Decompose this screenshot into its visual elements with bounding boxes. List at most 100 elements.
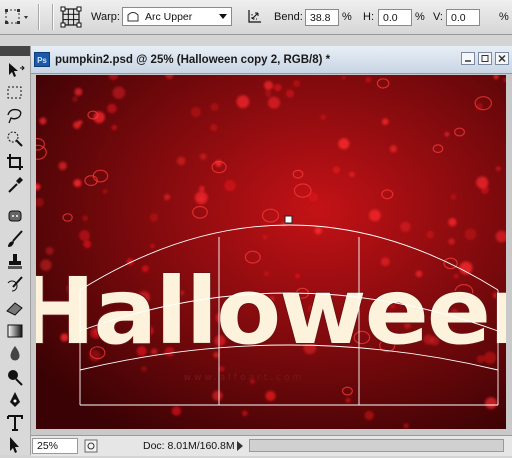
bend-label: Bend:	[274, 11, 303, 23]
bokeh-dot	[265, 390, 276, 401]
status-menu-arrow-icon[interactable]	[237, 441, 243, 451]
horizontal-scrollbar[interactable]	[249, 439, 504, 452]
bend-input[interactable]: 38.8	[305, 9, 339, 26]
bokeh-dot	[141, 366, 147, 372]
v-label: V:	[433, 11, 443, 23]
bokeh-dot	[39, 117, 47, 125]
bokeh-dot	[341, 75, 346, 80]
status-options-icon[interactable]	[84, 439, 98, 453]
maximize-button[interactable]	[478, 52, 492, 65]
bokeh-dot	[210, 124, 218, 132]
blur-tool-icon[interactable]	[4, 344, 26, 364]
bokeh-dot	[450, 193, 457, 200]
ps-badge-icon: Ps	[34, 52, 50, 67]
bokeh-dot	[332, 166, 340, 174]
bokeh-dot	[93, 111, 105, 124]
bokeh-dot	[364, 410, 374, 421]
bokeh-dot	[426, 230, 435, 239]
move-tool-icon[interactable]	[4, 60, 26, 80]
document-title: pumpkin2.psd @ 25% (Halloween copy 2, RG…	[55, 54, 331, 66]
bokeh-dot	[382, 118, 389, 125]
clone-stamp-tool-icon[interactable]	[4, 252, 26, 272]
options-separator	[52, 4, 54, 30]
pen-tool-icon[interactable]	[4, 390, 26, 410]
bend-unit: %	[342, 11, 352, 23]
warp-label: Warp:	[91, 11, 120, 23]
zoom-input[interactable]: 25%	[32, 438, 78, 454]
type-tool-icon[interactable]	[4, 413, 26, 433]
bokeh-dot	[314, 226, 322, 235]
gradient-tool-icon[interactable]	[4, 321, 26, 341]
bokeh-dot	[264, 80, 273, 90]
bokeh-dot	[79, 230, 90, 241]
bokeh-dot	[212, 390, 223, 401]
canvas[interactable]: Halloween www.alfoart.com	[36, 75, 506, 429]
bokeh-dot	[74, 88, 83, 96]
bokeh-dot	[369, 209, 381, 222]
warp-style-select[interactable]: Arc Upper	[122, 7, 232, 26]
bokeh-dot	[476, 176, 489, 189]
status-bar: 25% Doc: 8.01M/160.8M	[31, 435, 512, 456]
history-brush-tool-icon[interactable]	[4, 275, 26, 295]
bokeh-dot	[199, 185, 205, 192]
toolbox	[0, 46, 31, 455]
bokeh-dot	[403, 423, 409, 429]
bokeh-dot	[102, 189, 108, 194]
minimize-button[interactable]	[461, 52, 475, 65]
options-separator	[38, 4, 40, 30]
canvas-image: Halloween www.alfoart.com	[36, 75, 506, 429]
spot-heal-tool-icon[interactable]	[4, 206, 26, 226]
bokeh-dot	[464, 228, 477, 241]
bokeh-dot	[236, 95, 250, 109]
bokeh-dot	[164, 194, 171, 201]
bokeh-dot	[78, 120, 83, 125]
brush-tool-icon[interactable]	[4, 229, 26, 249]
v-unit: %	[499, 11, 509, 23]
lasso-tool-icon[interactable]	[4, 106, 26, 126]
crop-tool-icon[interactable]	[4, 152, 26, 172]
bokeh-dot	[58, 161, 67, 171]
document-window: Ps pumpkin2.psd @ 25% (Halloween copy 2,…	[31, 46, 512, 456]
bokeh-dot	[448, 238, 455, 245]
document-tab[interactable]: Ps pumpkin2.psd @ 25% (Halloween copy 2,…	[31, 46, 512, 74]
tool-preset-icon[interactable]	[4, 7, 32, 27]
toolbox-header[interactable]	[0, 46, 30, 56]
quick-select-tool-icon[interactable]	[4, 129, 26, 149]
bokeh-dot	[219, 366, 225, 372]
bokeh-dot	[320, 114, 327, 121]
bokeh-dot	[190, 107, 201, 118]
bokeh-dot	[285, 89, 295, 98]
bokeh-dot	[444, 132, 449, 137]
bokeh-dot	[73, 179, 82, 187]
bokeh-dot	[338, 138, 350, 150]
horizontal-distortion-input[interactable]: 0.0	[378, 9, 412, 26]
bokeh-dot	[171, 406, 182, 416]
bokeh-dot	[194, 191, 208, 205]
warp-bend-handle[interactable]	[284, 215, 293, 224]
bokeh-dot	[82, 215, 89, 222]
bokeh-dot	[210, 102, 219, 112]
options-bar: Warp: Arc Upper Bend: 38.8 % H: 0.0 % V:…	[0, 0, 512, 35]
orientation-icon[interactable]	[246, 8, 264, 26]
marquee-tool-icon[interactable]	[4, 83, 26, 103]
eyedropper-tool-icon[interactable]	[4, 175, 26, 195]
bokeh-dot	[149, 213, 159, 222]
bokeh-dot	[150, 243, 155, 249]
close-button[interactable]	[495, 52, 509, 65]
chevron-down-icon	[219, 14, 227, 19]
bokeh-dot	[111, 124, 117, 131]
bokeh-dot	[224, 179, 236, 192]
bokeh-dot	[293, 80, 301, 87]
path-select-tool-icon[interactable]	[4, 435, 26, 455]
h-unit: %	[415, 11, 425, 23]
bokeh-dot	[176, 156, 186, 166]
eraser-tool-icon[interactable]	[4, 298, 26, 318]
dodge-tool-icon[interactable]	[4, 367, 26, 387]
warp-style-value: Arc Upper	[145, 11, 193, 23]
arc-upper-icon	[127, 11, 139, 22]
transform-grid-icon[interactable]	[60, 6, 82, 28]
bokeh-dot	[345, 397, 351, 403]
vertical-distortion-input[interactable]: 0.0	[446, 9, 480, 26]
bokeh-dot	[45, 246, 54, 255]
bokeh-dot	[263, 235, 267, 240]
